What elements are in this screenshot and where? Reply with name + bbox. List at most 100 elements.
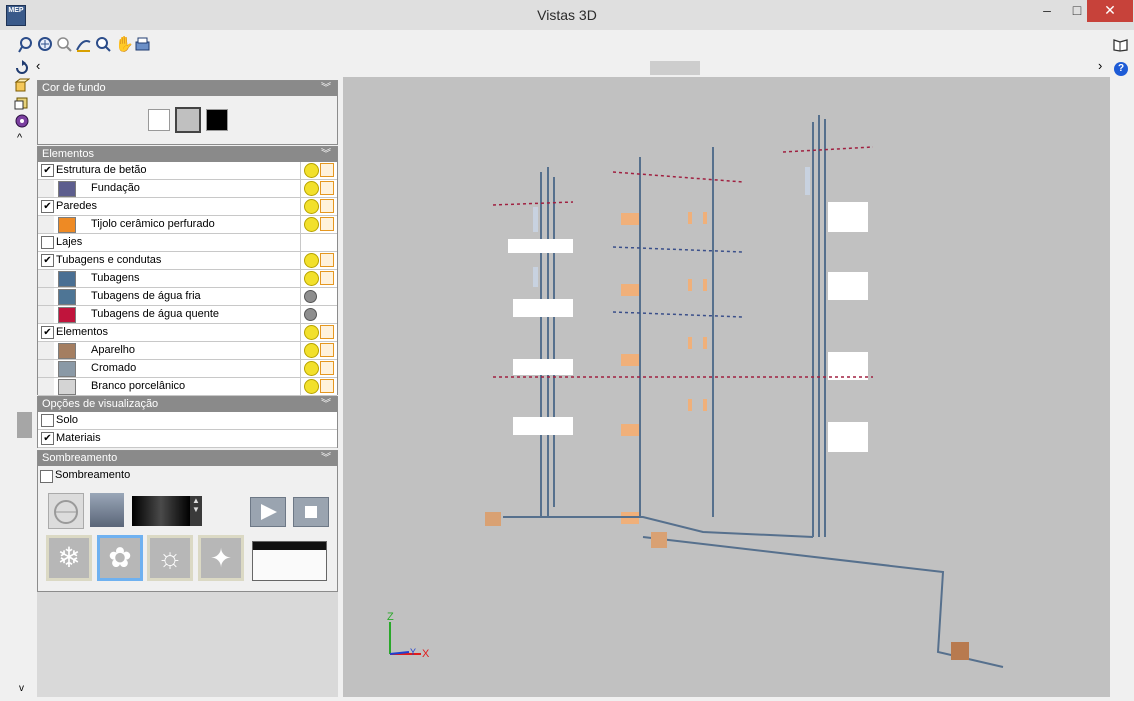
zoom-window-icon[interactable] <box>18 36 35 53</box>
zoom-icon[interactable] <box>56 36 73 53</box>
materials-checkbox[interactable]: ✔ <box>41 432 54 445</box>
winter-snowflake-icon[interactable]: ❄ <box>46 535 92 581</box>
element-checkbox[interactable]: ✔ <box>41 326 54 339</box>
disabled-bulb-icon[interactable] <box>304 290 317 303</box>
visibility-bulb-icon[interactable] <box>304 271 319 286</box>
scroll-thumb[interactable] <box>650 61 700 75</box>
transparency-cube-icon[interactable] <box>320 325 334 339</box>
bg-black-swatch[interactable] <box>206 109 228 131</box>
close-button[interactable]: ✕ <box>1087 0 1133 22</box>
stop-button[interactable] <box>293 497 329 527</box>
collapse-chevron-icon[interactable]: ︾ <box>321 81 331 96</box>
globe-light-icon[interactable] <box>48 493 84 529</box>
bg-white-swatch[interactable] <box>148 109 170 131</box>
visibility-bulb-icon[interactable] <box>304 163 319 178</box>
bg-gray-swatch[interactable] <box>175 107 201 133</box>
print-icon[interactable] <box>134 36 151 53</box>
transparency-cube-icon[interactable] <box>320 379 334 393</box>
material-color-swatch[interactable] <box>58 289 76 305</box>
visibility-bulb-icon[interactable] <box>304 181 319 196</box>
element-row[interactable]: ✔ Tubagens e condutas <box>38 252 337 270</box>
play-button[interactable] <box>250 497 286 527</box>
visibility-bulb-icon[interactable] <box>304 361 319 376</box>
view-cube-icon[interactable] <box>13 78 31 93</box>
collapse-chevron-icon[interactable]: ︾ <box>321 397 331 412</box>
transparency-cube-icon[interactable] <box>320 199 334 213</box>
element-row[interactable]: Aparelho <box>38 342 337 360</box>
scroll-down-arrow[interactable]: v <box>19 683 24 694</box>
elements-header[interactable]: Elementos ︾ <box>38 147 337 162</box>
visibility-bulb-icon[interactable] <box>304 325 319 340</box>
material-color-swatch[interactable] <box>58 343 76 359</box>
transparency-cube-icon[interactable] <box>320 163 334 177</box>
element-row[interactable]: Tijolo cerâmico perfurado <box>38 216 337 234</box>
element-checkbox[interactable] <box>41 236 54 249</box>
autumn-leaf-icon[interactable]: ✦ <box>198 535 244 581</box>
element-row[interactable]: Tubagens de água quente <box>38 306 337 324</box>
intensity-slider[interactable] <box>132 496 190 526</box>
orbit-icon[interactable] <box>75 36 92 53</box>
book-icon[interactable] <box>1112 36 1129 53</box>
element-row[interactable]: ✔ Elementos <box>38 324 337 342</box>
solo-row[interactable]: Solo <box>38 412 337 430</box>
3d-viewport[interactable]: Z X Y <box>343 77 1110 697</box>
visibility-bulb-icon[interactable] <box>304 199 319 214</box>
element-checkbox[interactable]: ✔ <box>41 200 54 213</box>
element-checkbox[interactable]: ✔ <box>41 164 54 177</box>
visibility-bulb-icon[interactable] <box>304 217 319 232</box>
zoom-previous-icon[interactable] <box>95 36 112 53</box>
collapse-chevron-icon[interactable]: ︾ <box>321 451 331 466</box>
shading-checkbox[interactable] <box>40 470 53 483</box>
visibility-bulb-icon[interactable] <box>304 253 319 268</box>
element-row[interactable]: ✔ Estrutura de betão <box>38 162 337 180</box>
scroll-right-arrow[interactable]: › <box>1098 58 1102 73</box>
element-row[interactable]: Cromado <box>38 360 337 378</box>
element-row[interactable]: Lajes <box>38 234 337 252</box>
element-row[interactable]: Branco porcelânico <box>38 378 337 396</box>
material-color-swatch[interactable] <box>58 379 76 395</box>
collapse-up-icon[interactable]: ^ <box>17 132 22 144</box>
rotate-icon[interactable] <box>13 60 31 75</box>
summer-sun-icon[interactable]: ☼ <box>147 535 193 581</box>
transparency-cube-icon[interactable] <box>320 343 334 357</box>
element-row[interactable]: ✔ Paredes <box>38 198 337 216</box>
transparency-cube-icon[interactable] <box>320 217 334 231</box>
materials-row[interactable]: ✔ Materiais <box>38 430 337 448</box>
shading-header[interactable]: Sombreamento ︾ <box>38 451 337 466</box>
collapse-chevron-icon[interactable]: ︾ <box>321 147 331 162</box>
help-icon[interactable]: ? <box>1114 62 1128 76</box>
material-color-swatch[interactable] <box>58 307 76 323</box>
view-layers-icon[interactable] <box>13 96 31 111</box>
scroll-left-arrow[interactable]: ‹ <box>36 58 40 73</box>
indent <box>38 270 54 287</box>
intensity-spinner[interactable]: ▲ ▼ <box>190 496 202 526</box>
transparency-cube-icon[interactable] <box>320 181 334 195</box>
material-color-swatch[interactable] <box>58 361 76 377</box>
transparency-cube-icon[interactable] <box>320 361 334 375</box>
render-eye-icon[interactable] <box>13 114 31 129</box>
landscape-icon[interactable] <box>90 493 124 527</box>
transparency-cube-icon[interactable] <box>320 253 334 267</box>
view-options-header[interactable]: Opções de visualização ︾ <box>38 397 337 412</box>
element-row[interactable]: Fundação <box>38 180 337 198</box>
solo-checkbox[interactable] <box>41 414 54 427</box>
minimize-button[interactable]: – <box>1032 0 1062 22</box>
element-row[interactable]: Tubagens de água fria <box>38 288 337 306</box>
transparency-cube-icon[interactable] <box>320 271 334 285</box>
background-color-header[interactable]: Cor de fundo ︾ <box>38 81 337 96</box>
calendar-icon[interactable] <box>252 541 327 581</box>
material-color-swatch[interactable] <box>58 271 76 287</box>
zoom-all-icon[interactable] <box>37 36 54 53</box>
material-color-swatch[interactable] <box>58 181 76 197</box>
app-icon[interactable]: MEP <box>6 5 26 26</box>
element-checkbox[interactable]: ✔ <box>41 254 54 267</box>
element-row[interactable]: Tubagens <box>38 270 337 288</box>
vertical-scroll-thumb[interactable] <box>17 412 32 438</box>
material-color-swatch[interactable] <box>58 217 76 233</box>
visibility-bulb-icon[interactable] <box>304 343 319 358</box>
pan-hand-icon[interactable]: ✋ <box>115 36 134 53</box>
horizontal-scrollbar[interactable] <box>0 58 1134 76</box>
spring-flower-icon[interactable]: ✿ <box>97 535 143 581</box>
visibility-bulb-icon[interactable] <box>304 379 319 394</box>
disabled-bulb-icon[interactable] <box>304 308 317 321</box>
